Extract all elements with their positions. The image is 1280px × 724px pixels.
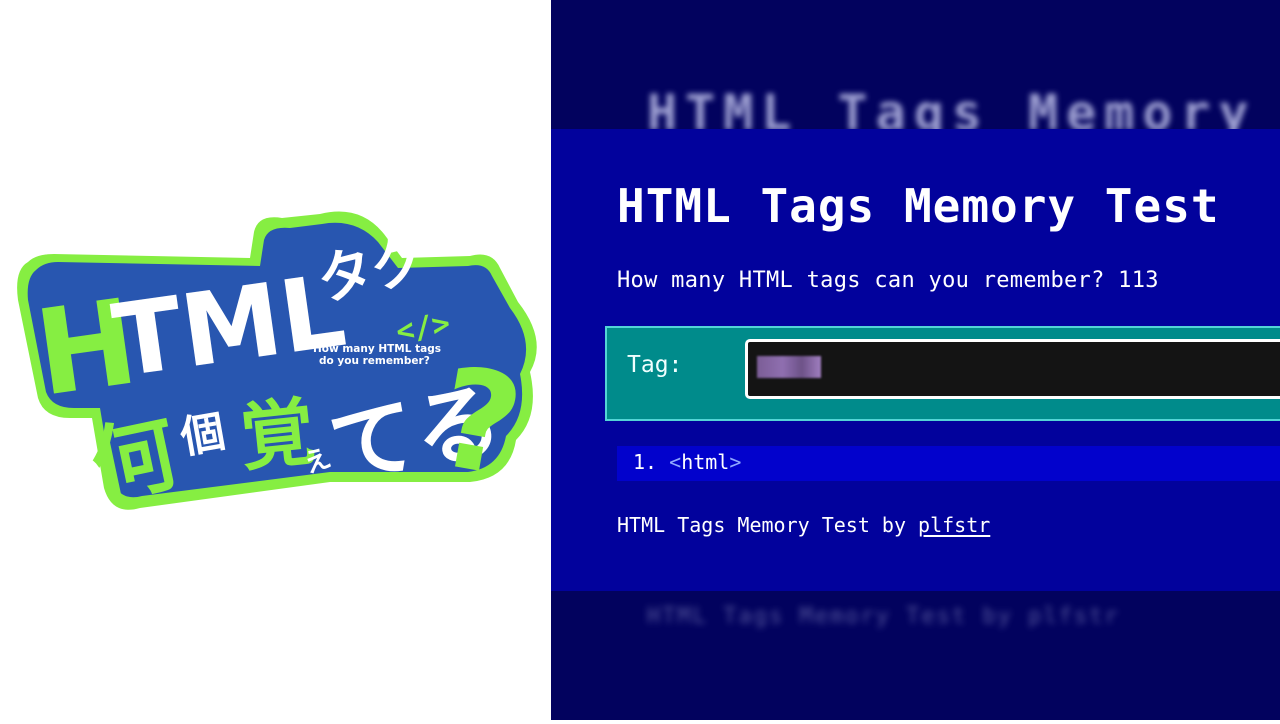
open-bracket: < <box>669 450 682 474</box>
answers-list: 1. <html> <box>617 446 1280 481</box>
footer-credit: HTML Tags Memory Test by plfstr <box>617 513 990 537</box>
tag-count-prompt: How many HTML tags can you remember? 113 <box>617 268 1159 293</box>
close-bracket: > <box>729 450 742 474</box>
redacted-input-text <box>757 356 821 378</box>
app-screenshot: HTML Tags Memory Test HTML Tags Memory T… <box>551 0 1280 720</box>
tag-entry-form: Tag: <box>605 326 1280 421</box>
logo-subtitle-line1: How many HTML tags <box>313 343 441 355</box>
list-item-index: 1. <box>633 450 658 474</box>
logo-panel: H TML タグ </> How many HTML tags do you r… <box>0 0 551 720</box>
app-page: HTML Tags Memory Test How many HTML tags… <box>551 129 1280 591</box>
logo-subtitle-line2: do you remember? <box>319 355 430 367</box>
page-title: HTML Tags Memory Test <box>617 179 1220 233</box>
footer-text: HTML Tags Memory Test by <box>617 513 919 537</box>
list-item-tag: html <box>681 450 730 474</box>
tag-label: Tag: <box>627 352 683 378</box>
author-link[interactable]: plfstr <box>918 513 990 537</box>
tag-input[interactable] <box>745 339 1280 399</box>
logo: H TML タグ </> How many HTML tags do you r… <box>0 0 551 720</box>
logo-kanji-ko: 個 <box>176 406 229 464</box>
ghost-footer-blur: HTML Tags Memory Test by plfstr <box>647 604 1120 629</box>
list-item: 1. <html> <box>633 450 741 474</box>
